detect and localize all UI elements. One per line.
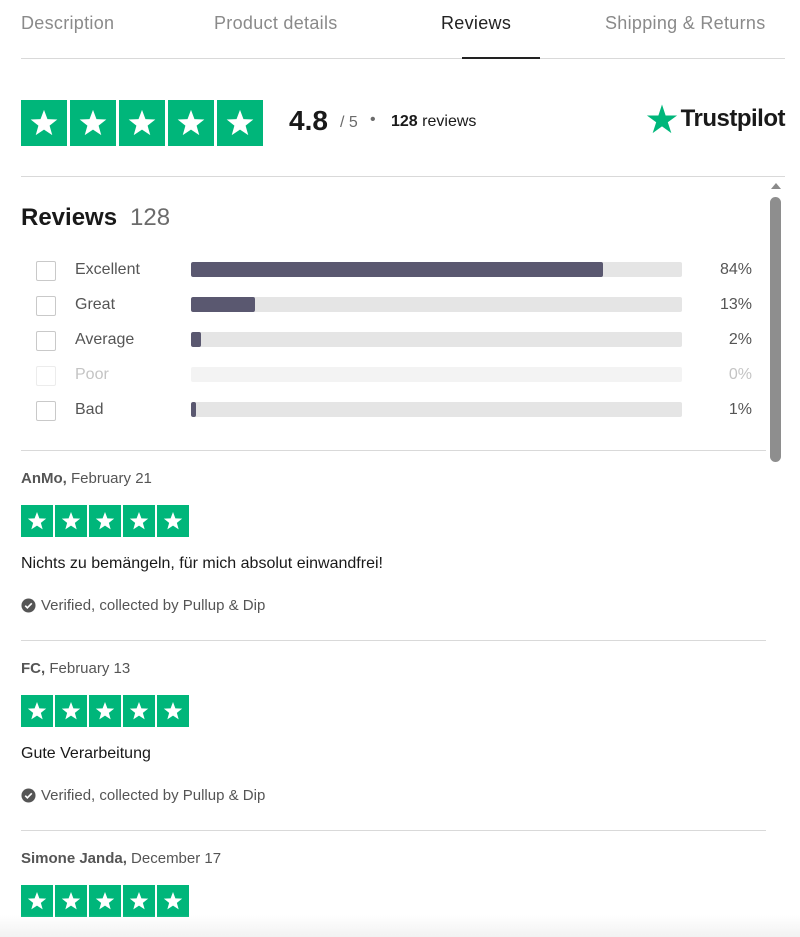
review-count-number: 128	[391, 113, 418, 130]
rating-bar-fill	[191, 332, 201, 347]
star-icon	[21, 505, 53, 537]
star-icon	[157, 885, 189, 917]
review-item: Simone Janda, December 17	[21, 850, 766, 917]
distribution-row-great[interactable]: Great 13%	[36, 294, 752, 318]
scroll-up-arrow-icon[interactable]	[771, 183, 781, 189]
star-icon	[168, 100, 214, 146]
distribution-row-average[interactable]: Average 2%	[36, 329, 752, 353]
rating-label: Great	[75, 296, 116, 313]
review-stars	[21, 885, 766, 917]
rating-summary: 4.8 / 5 • 128 reviews Trustpilot	[21, 58, 786, 177]
star-icon	[89, 695, 121, 727]
distribution-row-bad[interactable]: Bad 1%	[36, 399, 752, 423]
review-author: AnMo,	[21, 470, 67, 487]
verified-badge: Verified, collected by Pullup & Dip	[21, 597, 766, 614]
rating-label: Poor	[75, 366, 109, 383]
review-author: FC,	[21, 660, 46, 677]
rating-label: Average	[75, 331, 135, 348]
review-author-line: Simone Janda, December 17	[21, 850, 766, 867]
rating-bar-fill	[191, 297, 255, 312]
review-author: Simone Janda,	[21, 850, 127, 867]
filter-checkbox[interactable]	[36, 261, 56, 281]
rating-bar-track	[191, 332, 682, 347]
filter-checkbox[interactable]	[36, 296, 56, 316]
average-score: 4.8	[289, 105, 328, 136]
rating-label: Bad	[75, 401, 104, 418]
star-icon	[21, 695, 53, 727]
star-icon	[55, 695, 87, 727]
verified-text: Verified, collected by Pullup & Dip	[41, 787, 266, 804]
separator-dot: •	[370, 111, 376, 128]
rating-bar-fill	[191, 262, 604, 277]
trustpilot-star-icon	[646, 104, 677, 134]
divider	[21, 830, 766, 831]
verified-text: Verified, collected by Pullup & Dip	[41, 597, 266, 614]
review-date: February 13	[49, 660, 131, 677]
star-icon	[119, 100, 165, 146]
reviews-heading-count: 128	[130, 204, 171, 231]
star-icon	[89, 885, 121, 917]
tab-reviews[interactable]: Reviews	[441, 13, 511, 34]
tab-bar: Description Product details Reviews Ship…	[21, 0, 785, 59]
distribution-row-excellent[interactable]: Excellent 84%	[36, 259, 752, 283]
review-item: FC, February 13 Gute Verarbeitung Verifi…	[21, 660, 766, 804]
trustpilot-logo[interactable]: Trustpilot	[645, 102, 786, 136]
star-icon	[55, 505, 87, 537]
review-author-line: AnMo, February 21	[21, 470, 766, 487]
star-icon	[70, 100, 116, 146]
divider	[21, 640, 766, 641]
star-icon	[21, 100, 67, 146]
trustpilot-wordmark: Trustpilot	[680, 105, 786, 132]
star-icon	[55, 885, 87, 917]
star-icon	[21, 885, 53, 917]
rating-percentage: 84%	[719, 261, 752, 278]
tab-product-details[interactable]: Product details	[214, 13, 338, 34]
star-icon	[123, 695, 155, 727]
rating-label: Excellent	[75, 261, 140, 278]
bottom-fade	[0, 915, 800, 937]
check-circle-icon	[21, 788, 36, 803]
review-count: 128 reviews	[391, 113, 476, 131]
review-text: Nichts zu bemängeln, für mich absolut ei…	[21, 555, 383, 572]
verified-badge: Verified, collected by Pullup & Dip	[21, 787, 766, 804]
divider	[21, 450, 766, 451]
review-count-word: reviews	[422, 113, 477, 130]
review-date: December 17	[131, 850, 222, 867]
star-icon	[89, 505, 121, 537]
tab-shipping-returns[interactable]: Shipping & Returns	[605, 13, 766, 34]
rating-bar-track	[191, 297, 682, 312]
star-icon	[123, 505, 155, 537]
review-item: AnMo, February 21 Nichts zu bemängeln, f…	[21, 470, 766, 614]
score-max: / 5	[340, 114, 358, 131]
star-icon	[123, 885, 155, 917]
filter-checkbox[interactable]	[36, 401, 56, 421]
rating-percentage: 0%	[728, 366, 752, 383]
filter-checkbox[interactable]	[36, 331, 56, 351]
rating-percentage: 13%	[719, 296, 752, 313]
summary-stars	[21, 100, 263, 146]
review-stars	[21, 505, 766, 537]
review-date: February 21	[71, 470, 152, 487]
rating-bar-track	[191, 367, 682, 382]
star-icon	[157, 505, 189, 537]
rating-percentage: 1%	[728, 401, 752, 418]
review-stars	[21, 695, 766, 727]
scrollbar-thumb[interactable]	[770, 197, 781, 462]
rating-bar-track	[191, 262, 682, 277]
rating-percentage: 2%	[728, 331, 752, 348]
filter-checkbox	[36, 366, 56, 386]
star-icon	[157, 695, 189, 727]
check-circle-icon	[21, 598, 36, 613]
rating-bar-track	[191, 402, 682, 417]
tab-description[interactable]: Description	[21, 13, 114, 34]
rating-bar-fill	[191, 402, 196, 417]
distribution-row-poor[interactable]: Poor 0%	[36, 364, 752, 388]
review-author-line: FC, February 13	[21, 660, 766, 677]
reviews-heading: Reviews	[21, 204, 118, 231]
review-text: Gute Verarbeitung	[21, 745, 151, 762]
star-icon	[217, 100, 263, 146]
